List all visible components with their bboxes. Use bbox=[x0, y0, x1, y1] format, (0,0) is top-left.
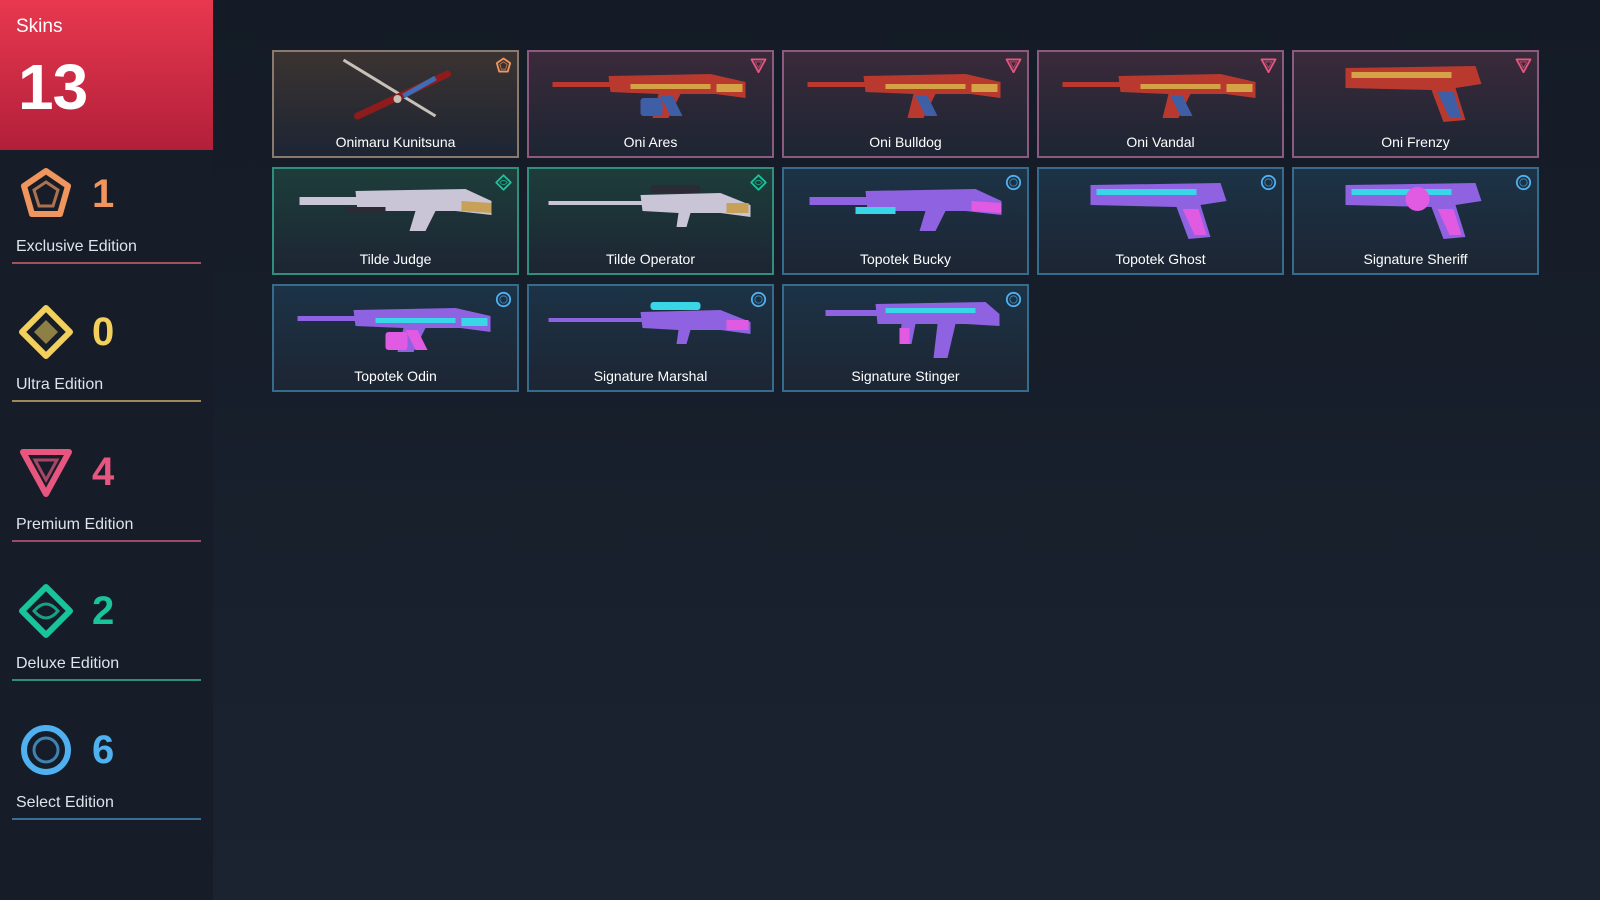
skin-name: Oni Ares bbox=[623, 134, 678, 150]
tier-divider bbox=[12, 400, 201, 402]
skin-card[interactable]: Oni Bulldog bbox=[782, 50, 1029, 158]
premium-edition-icon bbox=[750, 57, 767, 74]
rifle-skin-image bbox=[794, 54, 1017, 130]
skin-grid: Onimaru Kunitsuna Oni Ares Oni Bulldog O… bbox=[272, 50, 1542, 395]
tier-select[interactable]: 6 Select Edition bbox=[12, 718, 201, 828]
skin-card[interactable]: Onimaru Kunitsuna bbox=[272, 50, 519, 158]
select-edition-icon bbox=[1005, 174, 1022, 191]
skins-total-count: 13 bbox=[18, 51, 88, 123]
skin-name: Oni Vandal bbox=[1126, 134, 1195, 150]
premium-edition-icon bbox=[1515, 57, 1532, 74]
exclusive-edition-icon bbox=[18, 166, 74, 222]
skins-label: Skins bbox=[16, 16, 63, 37]
skin-name: Signature Stinger bbox=[851, 368, 960, 384]
skin-name: Signature Marshal bbox=[593, 368, 708, 384]
tier-count: 6 bbox=[92, 728, 115, 772]
select-edition-icon bbox=[495, 291, 512, 308]
tier-count: 0 bbox=[92, 310, 115, 354]
rifle-skin-image bbox=[1049, 54, 1272, 130]
tier-label: Exclusive Edition bbox=[16, 238, 137, 255]
skin-name: Tilde Judge bbox=[359, 251, 432, 267]
skin-card[interactable]: Tilde Operator bbox=[527, 167, 774, 275]
select-edition-icon bbox=[750, 291, 767, 308]
tier-divider bbox=[12, 540, 201, 542]
tier-count: 4 bbox=[92, 450, 115, 494]
smg-skin-image bbox=[794, 288, 1017, 364]
tier-label: Premium Edition bbox=[16, 516, 134, 533]
premium-edition-icon bbox=[1260, 57, 1277, 74]
tier-exclusive[interactable]: 1 Exclusive Edition bbox=[12, 162, 201, 272]
skin-name: Topotek Odin bbox=[354, 368, 437, 384]
edition-sidebar: Skins 13 1 Exclusive Edition 0 Ultra Editi… bbox=[0, 0, 213, 900]
select-edition-icon bbox=[18, 722, 74, 778]
tier-divider bbox=[12, 679, 201, 681]
katana-skin-image bbox=[284, 54, 507, 130]
sniper-skin-image bbox=[539, 288, 762, 364]
skin-card[interactable]: Signature Marshal bbox=[527, 284, 774, 392]
tier-ultra[interactable]: 0 Ultra Edition bbox=[12, 300, 201, 410]
skin-card[interactable]: Tilde Judge bbox=[272, 167, 519, 275]
revolver-skin-image bbox=[1304, 171, 1527, 247]
skin-name: Oni Bulldog bbox=[869, 134, 942, 150]
skin-card[interactable]: Oni Ares bbox=[527, 50, 774, 158]
tier-deluxe[interactable]: 2 Deluxe Edition bbox=[12, 579, 201, 689]
deluxe-edition-icon bbox=[18, 583, 74, 639]
skin-card[interactable]: Signature Stinger bbox=[782, 284, 1029, 392]
skin-name: Oni Frenzy bbox=[1381, 134, 1450, 150]
tier-label: Deluxe Edition bbox=[16, 655, 120, 672]
premium-edition-icon bbox=[18, 444, 74, 500]
tier-divider bbox=[12, 818, 201, 820]
skin-card[interactable]: Topotek Bucky bbox=[782, 167, 1029, 275]
pistol-skin-image bbox=[1304, 54, 1527, 130]
skin-name: Onimaru Kunitsuna bbox=[335, 134, 456, 150]
deluxe-edition-icon bbox=[495, 174, 512, 191]
skin-name: Tilde Operator bbox=[606, 251, 695, 267]
skin-card[interactable]: Oni Frenzy bbox=[1292, 50, 1539, 158]
tier-premium[interactable]: 4 Premium Edition bbox=[12, 440, 201, 550]
shotgun-skin-image bbox=[794, 171, 1017, 247]
skins-total-panel: Skins 13 bbox=[0, 0, 213, 150]
skin-card[interactable]: Oni Vandal bbox=[1037, 50, 1284, 158]
tier-label: Select Edition bbox=[16, 794, 114, 811]
pistol-skin-image bbox=[1049, 171, 1272, 247]
skin-name: Topotek Bucky bbox=[859, 251, 952, 267]
sniper-skin-image bbox=[539, 171, 762, 247]
lmg-skin-image bbox=[284, 288, 507, 364]
tier-count: 1 bbox=[92, 172, 115, 216]
deluxe-edition-icon bbox=[750, 174, 767, 191]
tier-divider bbox=[12, 262, 201, 264]
skin-name: Topotek Ghost bbox=[1115, 251, 1206, 267]
ultra-edition-icon bbox=[18, 304, 74, 360]
tier-count: 2 bbox=[92, 589, 115, 633]
exclusive-edition-icon bbox=[495, 57, 512, 74]
skin-card[interactable]: Topotek Odin bbox=[272, 284, 519, 392]
select-edition-icon bbox=[1005, 291, 1022, 308]
tier-label: Ultra Edition bbox=[16, 376, 104, 393]
select-edition-icon bbox=[1515, 174, 1532, 191]
skin-name: Signature Sheriff bbox=[1363, 251, 1468, 267]
skin-card[interactable]: Topotek Ghost bbox=[1037, 167, 1284, 275]
select-edition-icon bbox=[1260, 174, 1277, 191]
skin-card[interactable]: Signature Sheriff bbox=[1292, 167, 1539, 275]
shotgun-skin-image bbox=[284, 171, 507, 247]
premium-edition-icon bbox=[1005, 57, 1022, 74]
lmg-skin-image bbox=[539, 54, 762, 130]
